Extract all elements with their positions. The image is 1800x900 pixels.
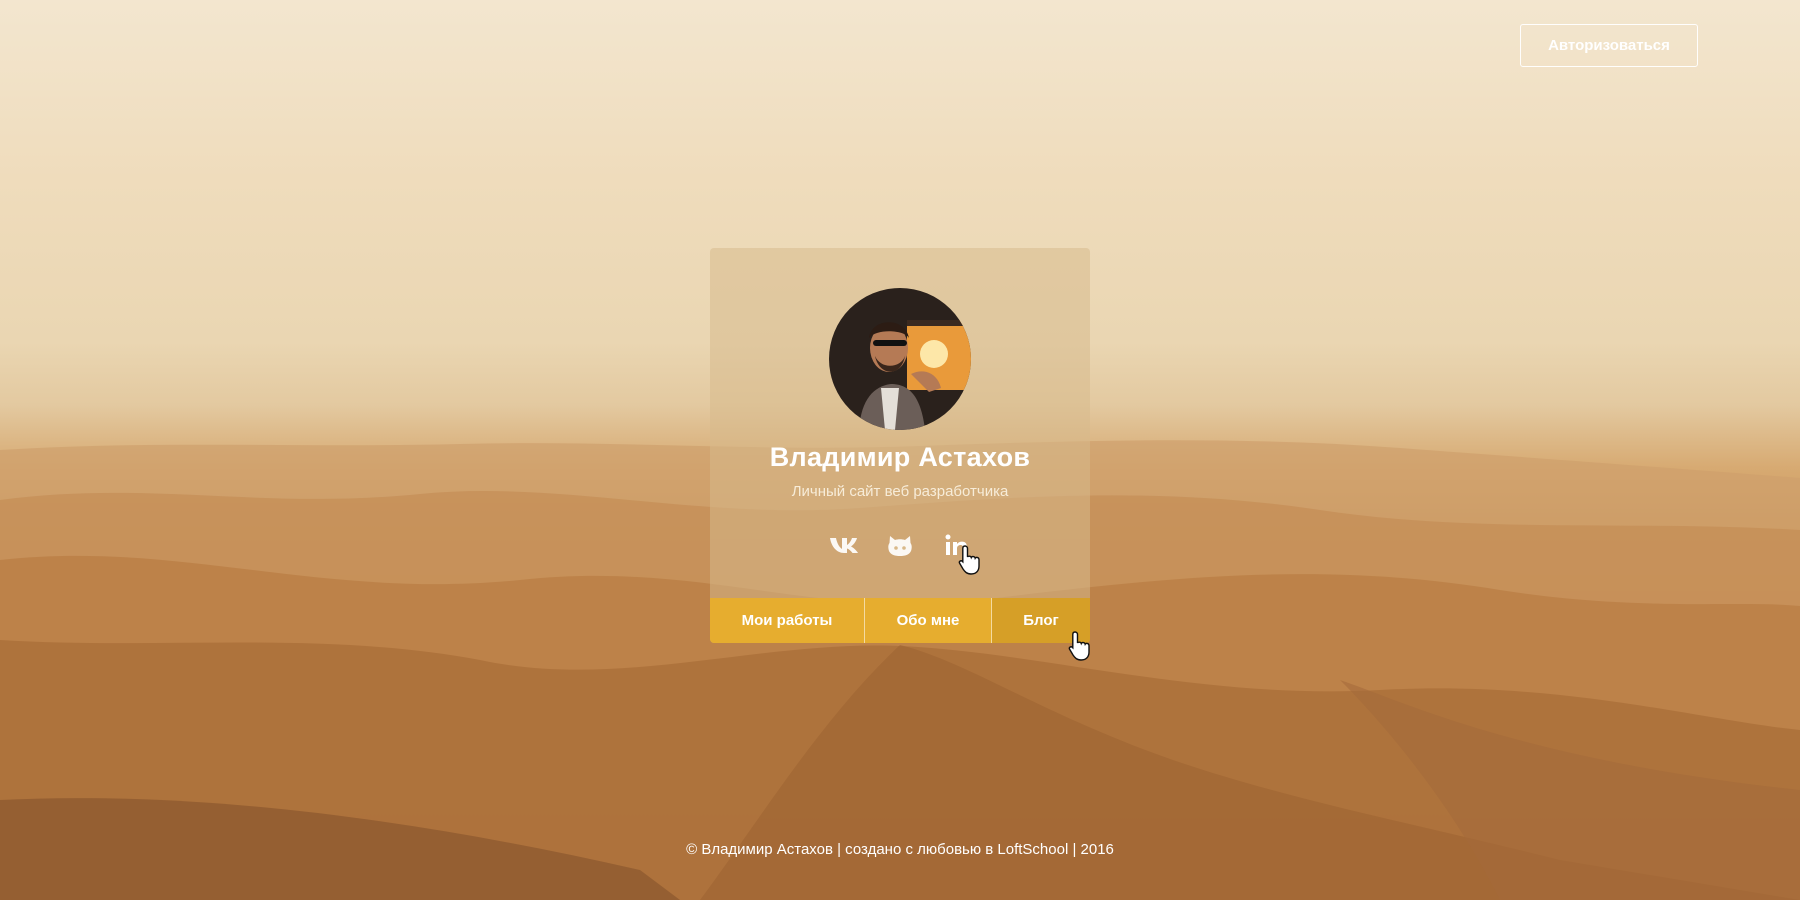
vk-icon[interactable] bbox=[827, 530, 861, 560]
avatar bbox=[829, 288, 971, 430]
footer-copyright: © Владимир Астахов | создано с любовью в… bbox=[686, 841, 1114, 858]
authorize-button[interactable]: Авторизоваться bbox=[1520, 24, 1698, 67]
nav-about-button[interactable]: Обо мне bbox=[865, 598, 992, 643]
avatar-photo bbox=[829, 288, 971, 430]
nav-blog-button[interactable]: Блог bbox=[992, 598, 1090, 643]
profile-card: Владимир Астахов Личный сайт веб разрабо… bbox=[710, 248, 1090, 643]
profile-name: Владимир Астахов bbox=[769, 442, 1031, 472]
social-links bbox=[710, 530, 1090, 560]
linkedin-icon[interactable] bbox=[939, 530, 973, 560]
profile-subtitle: Личный сайт веб разработчика bbox=[791, 483, 1009, 500]
nav-my-works-button[interactable]: Мои работы bbox=[710, 598, 865, 643]
github-icon[interactable] bbox=[883, 530, 917, 560]
main-navigation: Мои работы Обо мне Блог bbox=[710, 598, 1090, 643]
